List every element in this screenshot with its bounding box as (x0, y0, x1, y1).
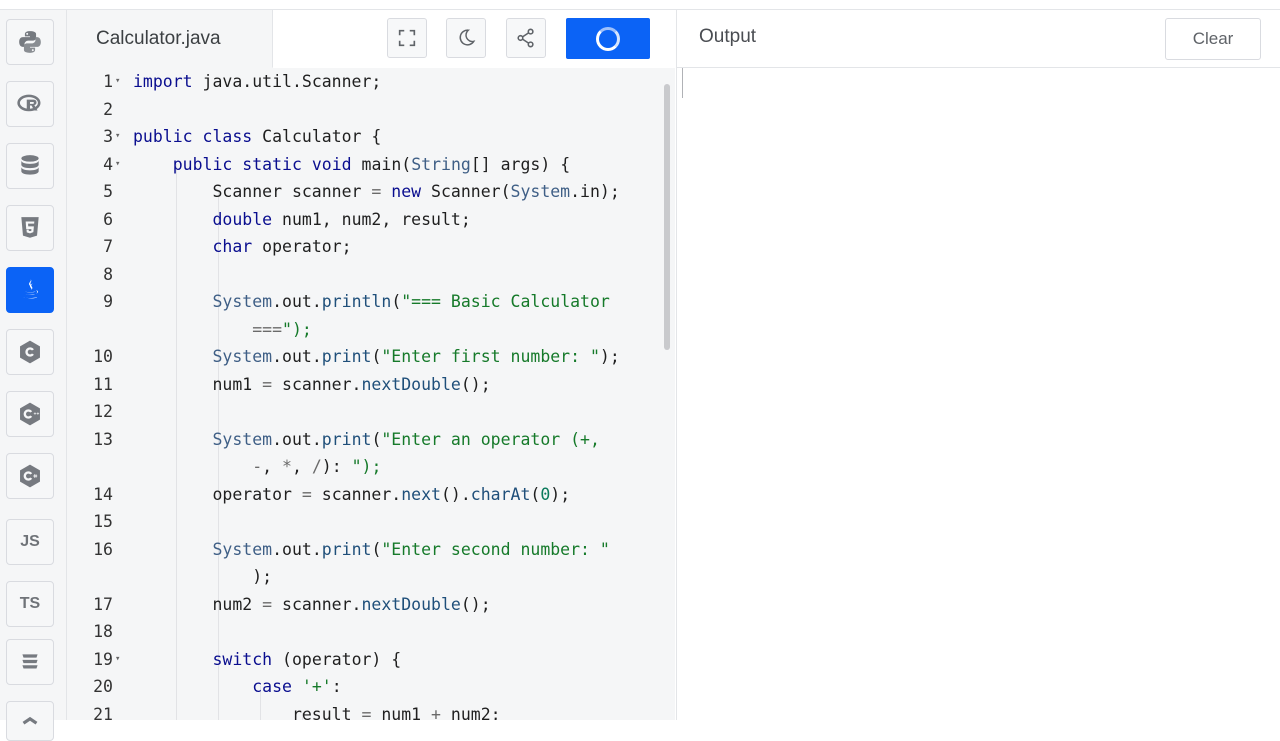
editor-scrollbar[interactable] (664, 84, 670, 350)
r-logo (17, 94, 41, 112)
stack-icon[interactable] (6, 639, 54, 685)
fold-arrow-icon: ▾ (115, 131, 121, 141)
ts-icon[interactable]: TS (6, 581, 54, 627)
fold-arrow-icon: ▾ (115, 76, 121, 86)
fullscreen-button[interactable] (387, 18, 427, 58)
output-console[interactable] (676, 68, 1280, 720)
java-logo (22, 279, 38, 299)
fullscreen-icon (398, 29, 416, 47)
java-icon[interactable] (6, 267, 54, 313)
editor-header: Calculator.java (67, 10, 675, 68)
js-label: JS (20, 533, 40, 550)
moon-icon (459, 29, 476, 46)
loading-spinner-icon (596, 26, 620, 51)
cpp-icon[interactable] (6, 391, 54, 437)
r-icon[interactable] (6, 81, 54, 127)
stack-logo-partial (22, 716, 38, 725)
output-title: Output (699, 26, 757, 47)
top-border (0, 0, 1280, 10)
cpp-logo (20, 402, 40, 426)
file-tab[interactable]: Calculator.java (67, 10, 273, 68)
run-button[interactable] (566, 18, 650, 59)
more-language-icon[interactable] (6, 701, 54, 741)
csharp-logo (20, 464, 40, 488)
output-cursor (682, 68, 683, 98)
clear-button[interactable]: Clear (1165, 18, 1261, 60)
database-logo (21, 155, 39, 175)
theme-toggle-button[interactable] (446, 18, 486, 58)
code-editor[interactable]: 1 ▾ import java.util.Scanner; 2 3 ▾ public c… (67, 68, 675, 720)
js-icon[interactable]: JS (6, 519, 54, 565)
fold-arrow-icon: ▾ (115, 158, 121, 169)
file-name: Calculator.java (96, 27, 221, 49)
fold-arrow-icon: ▾ (115, 653, 121, 664)
python-icon[interactable] (6, 19, 54, 65)
python-logo (19, 31, 41, 53)
code-text: import java.util.Scanner; (133, 72, 382, 91)
share-icon (517, 28, 534, 48)
output-header: Output Clear (676, 10, 1280, 68)
csharp-icon[interactable] (6, 453, 54, 499)
c-icon[interactable] (6, 329, 54, 375)
ts-label: TS (19, 595, 41, 612)
c-logo (20, 340, 40, 364)
language-sidebar: JS TS (0, 10, 67, 741)
html5-logo (21, 217, 39, 238)
sql-icon[interactable] (6, 143, 54, 189)
html5-icon[interactable] (6, 205, 54, 251)
stack-logo (22, 654, 38, 669)
share-button[interactable] (506, 18, 546, 58)
